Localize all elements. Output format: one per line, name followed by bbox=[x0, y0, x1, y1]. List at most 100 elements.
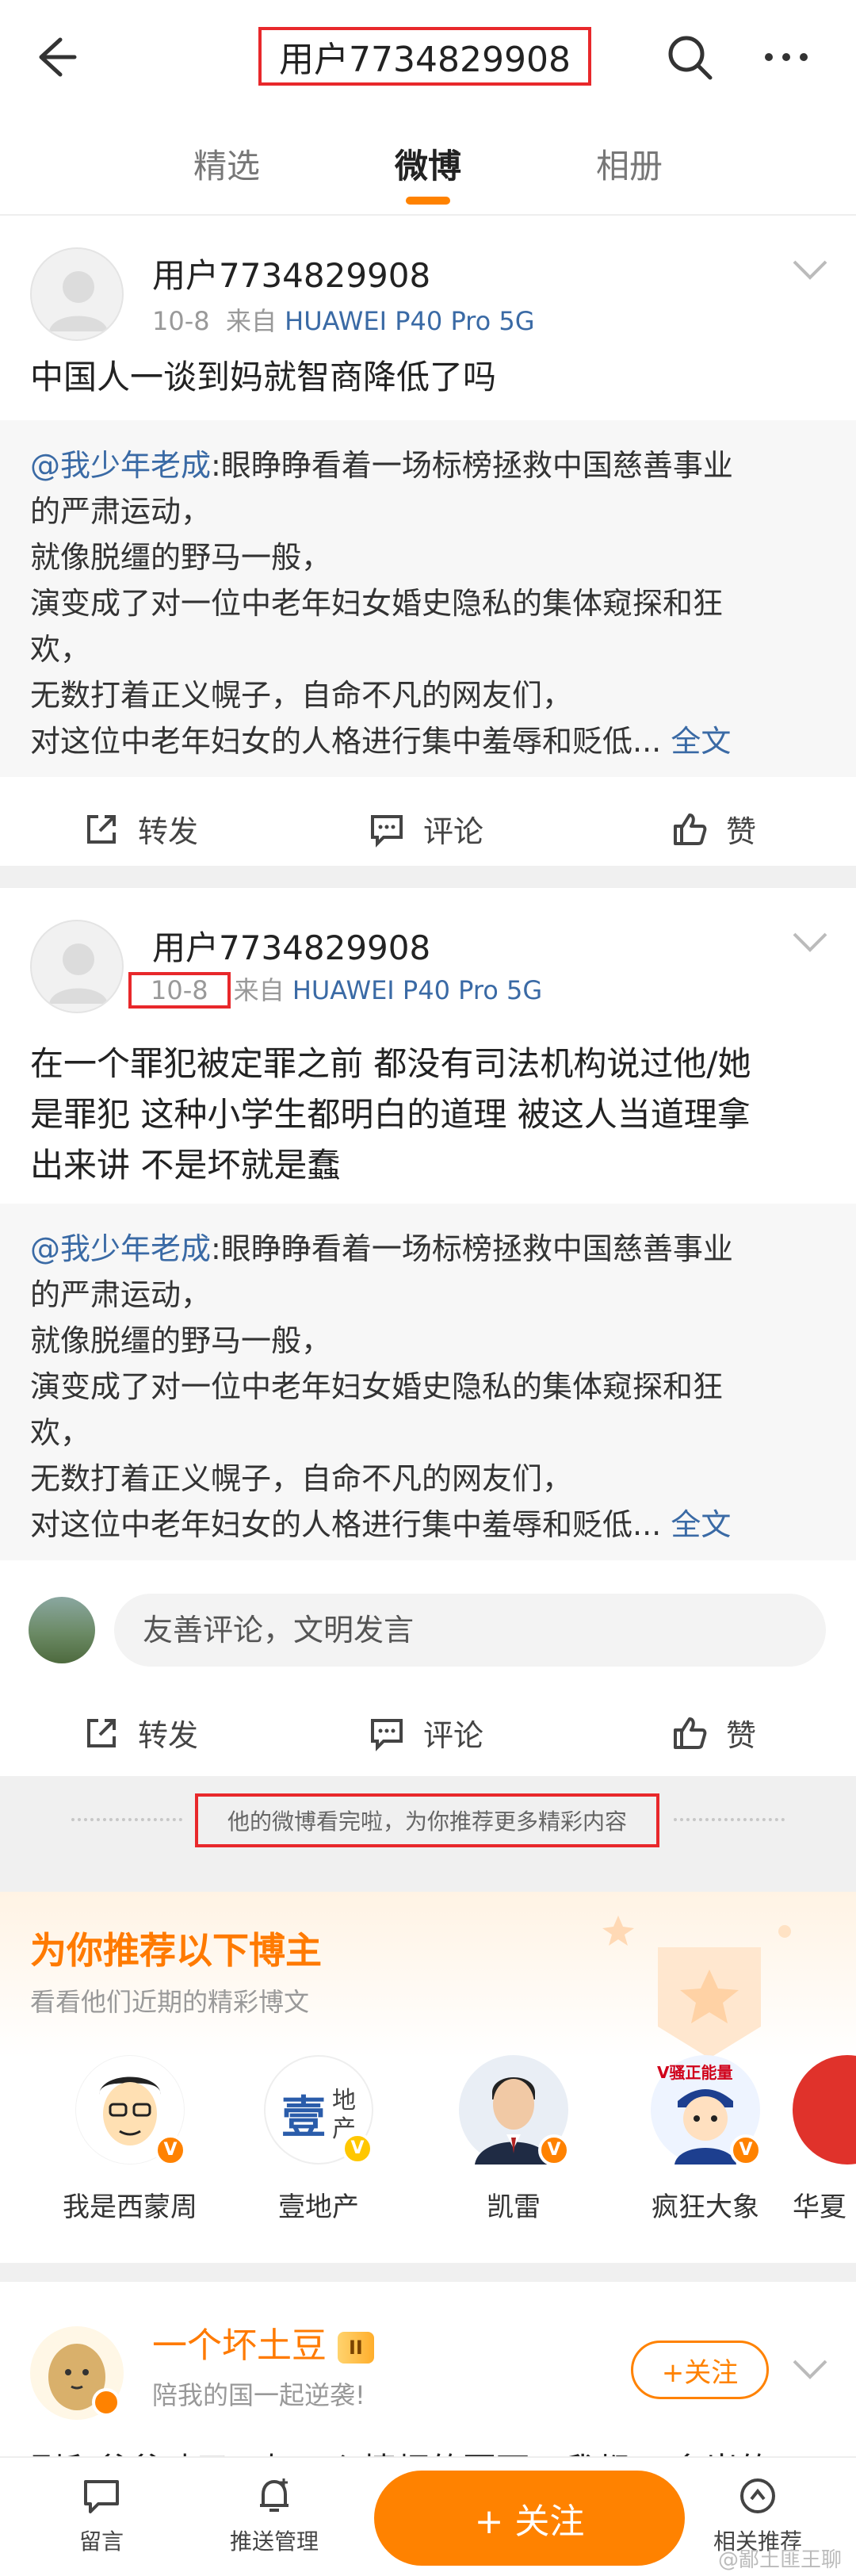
message-button[interactable]: 留言 bbox=[24, 2474, 182, 2556]
recommend-subtitle: 看看他们近期的精彩博文 bbox=[30, 1987, 310, 2017]
like-button[interactable]: 赞 bbox=[671, 807, 756, 851]
comment-button[interactable]: 评论 bbox=[368, 1711, 483, 1755]
verified-badge: V bbox=[538, 2134, 570, 2166]
bottom-toolbar: 留言 推送管理 + 关注 相关推荐 @鄙土匪王聊 bbox=[0, 2456, 856, 2576]
thumbs-up-icon bbox=[674, 813, 707, 845]
search-icon[interactable] bbox=[663, 30, 717, 84]
repost-button[interactable]: 转发 bbox=[82, 1711, 198, 1755]
blogger-card[interactable]: V骚正能量 V 疯狂大象 bbox=[626, 2055, 785, 2224]
comment-label: 评论 bbox=[423, 1718, 484, 1753]
blogger-name: 疯狂大象 bbox=[652, 2191, 759, 2223]
follow-main-button[interactable]: + 关注 bbox=[374, 2471, 685, 2566]
post-date: 10-8 bbox=[128, 972, 231, 1009]
avatar-logo-char: 壹 bbox=[281, 2092, 326, 2144]
weibo-post[interactable]: 一个坏土豆II 陪我的国一起逆袭! +关注 刚和爸爸吵了一架，心情烦的要死，我都… bbox=[0, 2282, 856, 2490]
post-text-line: 在一个罪犯被定罪之前 都没有司法机构说过他/她 bbox=[30, 1044, 751, 1083]
blogger-avatar: 壹 地 产 V bbox=[264, 2055, 373, 2165]
repost-label: 转发 bbox=[138, 814, 199, 849]
blogger-card[interactable]: V 我是西蒙周 bbox=[51, 2055, 209, 2224]
post-actions: 转发 评论 赞 bbox=[0, 1689, 856, 1774]
repost-button[interactable]: 转发 bbox=[82, 807, 198, 851]
blogger-card[interactable]: 华夏 bbox=[793, 2055, 856, 2224]
avatar[interactable] bbox=[30, 247, 124, 341]
weibo-post[interactable]: 用户7734829908 10-8 来自 HUAWEI P40 Pro 5G 中… bbox=[0, 216, 856, 866]
divider bbox=[0, 866, 856, 888]
read-more-link[interactable]: 全文 bbox=[671, 1507, 731, 1542]
like-button[interactable]: 赞 bbox=[671, 1711, 756, 1755]
avatar[interactable] bbox=[30, 2326, 124, 2420]
repost-line: 就像脱缰的野马一般， bbox=[30, 540, 332, 575]
recommend-title: 为你推荐以下博主 bbox=[30, 1929, 322, 1972]
repost-icon bbox=[87, 1718, 116, 1747]
username-text: 一个坏土豆 bbox=[152, 2325, 327, 2366]
dotted-divider bbox=[674, 1818, 785, 1821]
mention-link[interactable]: @我少年老成 bbox=[30, 448, 211, 483]
repost-line: 对这位中老年妇女的人格进行集中羞辱和贬低... bbox=[30, 724, 662, 759]
tab-album[interactable]: 相册 bbox=[596, 140, 663, 188]
comment-input[interactable]: 友善评论，文明发言 bbox=[114, 1594, 826, 1667]
avatar-logo-text: V骚正能量 bbox=[657, 2063, 733, 2082]
chevron-down-icon[interactable] bbox=[788, 926, 832, 958]
blogger-card[interactable]: V 凯雷 bbox=[434, 2055, 593, 2224]
blogger-card[interactable]: 壹 地 产 V 壹地产 bbox=[239, 2055, 398, 2224]
tab-weibo[interactable]: 微博 bbox=[395, 140, 461, 188]
blogger-name: 华夏 bbox=[793, 2191, 846, 2223]
comment-button[interactable]: 评论 bbox=[368, 807, 483, 851]
comment-label: 评论 bbox=[423, 814, 484, 849]
page-title: 用户7734829908 bbox=[258, 27, 591, 86]
repost-line: 对这位中老年妇女的人格进行集中羞辱和贬低... bbox=[30, 1507, 662, 1542]
bell-icon bbox=[260, 2478, 289, 2512]
follow-button[interactable]: +关注 bbox=[631, 2341, 769, 2399]
post-text: 中国人一谈到妈就智商降低了吗 bbox=[30, 358, 497, 396]
post-source[interactable]: HUAWEI P40 Pro 5G bbox=[285, 306, 534, 336]
post-username[interactable]: 一个坏土豆 II bbox=[152, 2317, 374, 2367]
tab-featured[interactable]: 精选 bbox=[193, 140, 260, 188]
active-tab-indicator bbox=[406, 197, 450, 205]
source-prefix: 来自 bbox=[225, 306, 277, 336]
blogger-avatar: V bbox=[75, 2055, 186, 2166]
divider bbox=[0, 2263, 856, 2282]
like-label: 赞 bbox=[726, 1718, 757, 1753]
top-bar: 用户7734829908 bbox=[0, 0, 856, 111]
blogger-avatar bbox=[793, 2055, 856, 2165]
comment-icon bbox=[371, 814, 403, 848]
end-of-feed-notice: 他的微博看完啦，为你推荐更多精彩内容 bbox=[0, 1776, 856, 1892]
blogger-name: 我是西蒙周 bbox=[63, 2191, 197, 2223]
repost-line: 就像脱缰的野马一般， bbox=[30, 1323, 332, 1358]
ribbon-badge-icon bbox=[602, 1916, 791, 2058]
mention-link[interactable]: @我少年老成 bbox=[30, 1231, 211, 1266]
repost-line: :眼睁睁看着一场标榜拯救中国慈善事业 bbox=[211, 1231, 733, 1266]
profile-tabs: 精选 微博 相册 bbox=[0, 111, 856, 216]
blogger-name: 壹地产 bbox=[278, 2191, 359, 2223]
my-avatar[interactable] bbox=[29, 1597, 95, 1663]
read-more-link[interactable]: 全文 bbox=[671, 724, 731, 759]
repost-label: 转发 bbox=[138, 1718, 199, 1753]
repost-card[interactable]: @我少年老成:眼睁睁看着一场标榜拯救中国慈善事业 的严肃运动， 就像脱缰的野马一… bbox=[0, 1204, 856, 1560]
avatar[interactable] bbox=[30, 920, 124, 1013]
watermark: @鄙土匪王聊 bbox=[717, 2548, 842, 2572]
post-source[interactable]: HUAWEI P40 Pro 5G bbox=[292, 975, 542, 1005]
end-of-feed-text: 他的微博看完啦，为你推荐更多精彩内容 bbox=[195, 1793, 659, 1847]
repost-line: 无数打着正义幌子，自命不凡的网友们， bbox=[30, 1461, 573, 1496]
more-dots-icon[interactable] bbox=[759, 30, 813, 84]
post-username[interactable]: 用户7734829908 bbox=[152, 921, 430, 970]
blogger-avatar: V骚正能量 V bbox=[651, 2055, 762, 2166]
post-date: 10-8 bbox=[152, 306, 210, 336]
post-username[interactable]: 用户7734829908 bbox=[152, 249, 430, 297]
repost-line: :眼睁睁看着一场标榜拯救中国慈善事业 bbox=[211, 448, 733, 483]
repost-icon bbox=[87, 814, 116, 844]
push-settings-button[interactable]: 推送管理 bbox=[195, 2474, 353, 2556]
repost-card[interactable]: @我少年老成:眼睁睁看着一场标榜拯救中国慈善事业 的严肃运动， 就像脱缰的野马一… bbox=[0, 420, 856, 777]
comment-composer: 友善评论，文明发言 bbox=[0, 1579, 856, 1682]
repost-line: 的严肃运动， bbox=[30, 1277, 212, 1312]
chevron-down-icon[interactable] bbox=[788, 2353, 832, 2385]
blogger-name: 凯雷 bbox=[487, 2191, 541, 2223]
compass-icon bbox=[740, 2478, 775, 2513]
repost-line: 欢， bbox=[30, 1415, 91, 1450]
weibo-post[interactable]: 用户7734829908 10-8 来自 HUAWEI P40 Pro 5G 在一… bbox=[0, 888, 856, 1776]
post-meta: 10-8 来自 HUAWEI P40 Pro 5G bbox=[128, 970, 542, 1009]
post-text-line: 是罪犯 这种小学生都明白的道理 被这人当道理拿 bbox=[30, 1095, 751, 1134]
post-meta: 10-8 来自 HUAWEI P40 Pro 5G bbox=[152, 301, 535, 338]
arrow-left-icon[interactable] bbox=[24, 29, 81, 86]
chevron-down-icon[interactable] bbox=[788, 254, 832, 285]
